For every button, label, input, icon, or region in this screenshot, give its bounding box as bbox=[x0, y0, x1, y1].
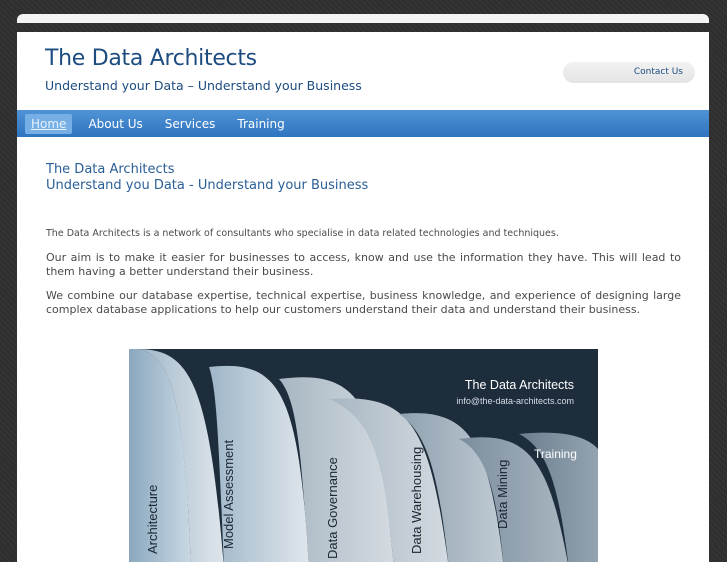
banner-label-training: Training bbox=[534, 447, 577, 461]
site-title: The Data Architects bbox=[45, 46, 257, 71]
contact-us-button[interactable]: Contact Us bbox=[563, 62, 695, 83]
banner-label-model-assessment: Model Assessment bbox=[221, 439, 236, 549]
intro-paragraph: The Data Architects is a network of cons… bbox=[46, 228, 559, 239]
aim-paragraph: Our aim is to make it easier for busines… bbox=[46, 250, 681, 279]
nav-item-training[interactable]: Training bbox=[231, 114, 290, 134]
banner-label-architecture: Architecture bbox=[145, 484, 160, 554]
banner-title: The Data Architects bbox=[464, 378, 574, 392]
expertise-paragraph: We combine our database expertise, techn… bbox=[46, 288, 681, 317]
banner-email: info@the-data-architects.com bbox=[456, 396, 574, 406]
main-content: The Data Architects Understand you Data … bbox=[46, 162, 681, 327]
page-container: The Data Architects Understand your Data… bbox=[17, 32, 709, 562]
site-tagline: Understand your Data – Understand your B… bbox=[45, 78, 362, 93]
site-header: The Data Architects Understand your Data… bbox=[17, 32, 709, 111]
services-banner-image: The Data Architects info@the-data-archit… bbox=[129, 349, 598, 562]
banner-label-data-governance: Data Governance bbox=[325, 457, 340, 559]
main-nav: Home About Us Services Training bbox=[17, 110, 709, 137]
banner-label-data-warehousing: Data Warehousing bbox=[409, 446, 424, 554]
nav-item-services[interactable]: Services bbox=[159, 114, 222, 134]
nav-item-home[interactable]: Home bbox=[25, 113, 73, 134]
banner-label-data-mining: Data Mining bbox=[495, 459, 510, 529]
nav-item-about-us[interactable]: About Us bbox=[82, 114, 148, 134]
content-heading-line2: Understand you Data - Understand your Bu… bbox=[46, 178, 369, 193]
browser-top-strip bbox=[17, 14, 709, 23]
content-heading-line1: The Data Architects bbox=[46, 162, 175, 177]
